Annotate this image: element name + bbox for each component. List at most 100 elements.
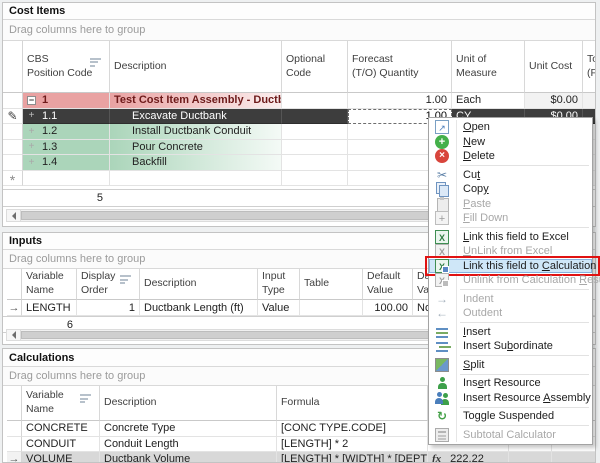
column-header-indicator[interactable] — [3, 41, 23, 93]
cell-uom[interactable]: Each — [452, 93, 525, 109]
menu-item-insert-subordinate[interactable]: Insert Subordinate — [429, 339, 592, 354]
menu-item-label: Insert Subordinate — [463, 340, 553, 352]
cell-optional[interactable] — [282, 140, 348, 156]
cell-indicator[interactable]: * — [3, 171, 23, 187]
cell-value: [CONC TYPE.CODE] — [281, 422, 386, 434]
menu-item-delete[interactable]: Delete — [429, 149, 592, 164]
cell-description[interactable]: Test Cost Item Assembly - Ductbank — [110, 93, 282, 109]
cell-optional[interactable] — [282, 109, 348, 125]
cell-cbs[interactable] — [23, 171, 110, 187]
menu-item-insert[interactable]: Insert — [429, 325, 592, 340]
expand-icon[interactable]: + — [27, 126, 36, 137]
cell-table[interactable] — [300, 300, 363, 316]
menu-item-copy[interactable]: Copy — [429, 182, 592, 197]
cell-pad1[interactable] — [509, 452, 552, 463]
expand-icon[interactable]: + — [27, 110, 36, 121]
column-header-input_type[interactable]: Input Type — [258, 269, 300, 300]
cost-items-group-drop-zone[interactable]: Drag columns here to group — [3, 20, 595, 41]
menu-item-link-this-field-to-excel[interactable]: Link this field to Excel — [429, 230, 592, 245]
column-header-uom[interactable]: Unit of Measure — [452, 41, 525, 93]
drag-hint-label: Drag columns here to group — [9, 370, 145, 382]
column-header-formula[interactable]: Formula — [277, 386, 428, 421]
cell-description[interactable]: Concrete Type — [100, 421, 277, 437]
cell-optional[interactable] — [282, 155, 348, 171]
cell-description[interactable]: Pour Concrete — [110, 140, 282, 156]
column-header-description[interactable]: Description — [140, 269, 258, 300]
context-menu: OpenNewDeleteCutCopyPasteFill DownLink t… — [428, 117, 593, 445]
cell-indicator[interactable]: → — [7, 452, 22, 463]
column-header-indicator[interactable] — [7, 269, 22, 300]
column-header-indicator[interactable] — [7, 386, 22, 421]
cell-input_type[interactable]: Value — [258, 300, 300, 316]
cell-total[interactable] — [583, 93, 596, 109]
menu-item-link-this-field-to-calculation-result[interactable]: Link this field to Calculation Result — [429, 259, 592, 274]
cell-forecast[interactable]: 1.00 — [348, 93, 452, 109]
cell-formula[interactable]: [CONC TYPE.CODE] — [277, 421, 428, 437]
cell-indicator[interactable] — [7, 437, 22, 453]
scroll-left-button[interactable] — [7, 330, 21, 340]
column-header-table[interactable]: Table — [300, 269, 363, 300]
cell-formula[interactable]: [LENGTH] * [WIDTH] * [DEPTH] / 27 — [277, 452, 428, 463]
cell-indicator[interactable] — [7, 421, 22, 437]
menu-item-toggle-suspended[interactable]: Toggle Suspended — [429, 409, 592, 424]
column-header-label: CBS Position Code — [27, 53, 92, 80]
cell-indicator[interactable] — [3, 155, 23, 171]
column-header-display_order[interactable]: Display Order — [77, 269, 140, 300]
cell-var_name[interactable]: VOLUME — [22, 452, 100, 463]
menu-item-insert-resource[interactable]: Insert Resource — [429, 376, 592, 391]
cell-value: 1.3 — [42, 141, 57, 153]
cell-cbs[interactable]: +1.2 — [23, 124, 110, 140]
cell-cbs[interactable]: +1.3 — [23, 140, 110, 156]
column-header-description[interactable]: Description — [100, 386, 277, 421]
expand-icon[interactable]: + — [27, 157, 36, 168]
cell-result[interactable]: fx222.22 — [428, 452, 509, 463]
cell-value: Ductbank Length (ft) — [144, 302, 244, 314]
column-header-unit_cost[interactable]: Unit Cost — [525, 41, 583, 93]
cell-optional[interactable] — [282, 171, 348, 187]
expand-icon[interactable]: + — [27, 141, 36, 152]
collapse-icon[interactable]: − — [27, 96, 36, 105]
scroll-left-button[interactable] — [7, 210, 21, 221]
column-header-var_name[interactable]: Variable Name — [22, 269, 77, 300]
menu-item-new[interactable]: New — [429, 135, 592, 150]
cell-indicator[interactable] — [3, 140, 23, 156]
cell-var_name[interactable]: CONDUIT — [22, 437, 100, 453]
cell-var_name[interactable]: LENGTH — [22, 300, 77, 316]
cell-indicator[interactable]: → — [7, 300, 22, 316]
column-header-var_name[interactable]: Variable Name — [22, 386, 100, 421]
cell-indicator[interactable]: ✎ — [3, 109, 23, 125]
cut-icon — [435, 168, 449, 182]
cell-cbs[interactable]: −1 — [23, 93, 110, 109]
column-header-description[interactable]: Description — [110, 41, 282, 93]
menu-item-cut[interactable]: Cut — [429, 168, 592, 183]
column-header-label: Forecast (T/O) Quantity — [352, 53, 419, 80]
cell-optional[interactable] — [282, 124, 348, 140]
cell-formula[interactable]: [LENGTH] * 2 — [277, 437, 428, 453]
cell-indicator[interactable] — [3, 124, 23, 140]
column-header-optional[interactable]: Optional Code — [282, 41, 348, 93]
cell-description[interactable]: Ductbank Volume — [100, 452, 277, 463]
cell-cbs[interactable]: +1.1 — [23, 109, 110, 125]
cell-var_name[interactable]: CONCRETE — [22, 421, 100, 437]
cell-description[interactable]: Install Ductbank Conduit — [110, 124, 282, 140]
cell-description[interactable] — [110, 171, 282, 187]
cell-display_order[interactable]: 1 — [77, 300, 140, 316]
column-header-default_value[interactable]: Default Value — [363, 269, 413, 300]
column-header-cbs[interactable]: CBS Position Code — [23, 41, 110, 93]
column-header-forecast[interactable]: Forecast (T/O) Quantity — [348, 41, 452, 93]
fx-formula-icon: fx — [432, 453, 441, 463]
cell-cbs[interactable]: +1.4 — [23, 155, 110, 171]
cell-description[interactable]: Backfill — [110, 155, 282, 171]
cell-indicator[interactable] — [3, 93, 23, 109]
cell-pad2[interactable] — [552, 452, 596, 463]
menu-item-split[interactable]: Split — [429, 358, 592, 373]
cell-description[interactable]: Excavate Ductbank — [110, 109, 282, 125]
column-header-total[interactable]: Total (Forecast) — [583, 41, 596, 93]
cell-description[interactable]: Ductbank Length (ft) — [140, 300, 258, 316]
cell-unit_cost[interactable]: $0.00 — [525, 93, 583, 109]
cell-default_value[interactable]: 100.00 — [363, 300, 413, 316]
cell-optional[interactable] — [282, 93, 348, 109]
menu-item-open[interactable]: Open — [429, 120, 592, 135]
menu-item-insert-resource-assembly[interactable]: Insert Resource Assembly — [429, 391, 592, 406]
cell-description[interactable]: Conduit Length — [100, 437, 277, 453]
